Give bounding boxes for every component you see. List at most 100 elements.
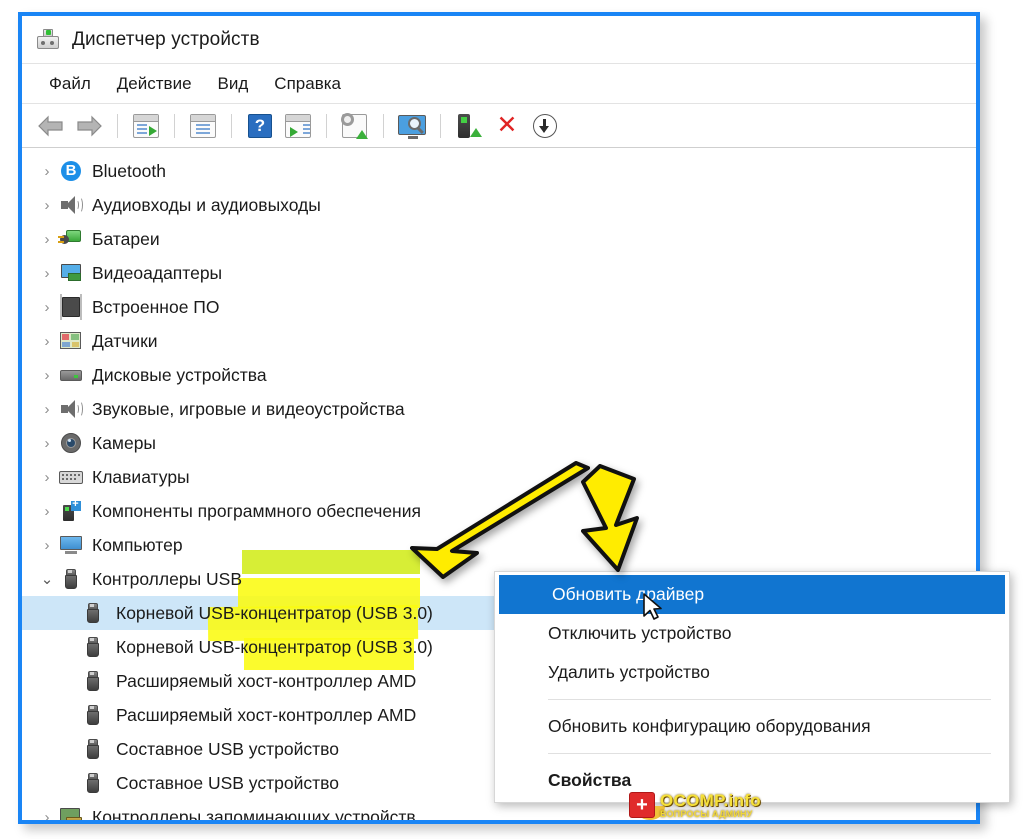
menu-file[interactable]: Файл (36, 70, 104, 98)
firmware-icon (58, 295, 84, 319)
camera-icon (58, 431, 84, 455)
help-icon[interactable]: ? (243, 110, 277, 142)
tree-item-label: Bluetooth (92, 160, 166, 181)
toolbar-separator (383, 113, 384, 138)
tree-item-label: Составное USB устройство (116, 738, 339, 759)
usb-icon (58, 567, 84, 591)
tree-item-label: Расширяемый хост-контроллер AMD (116, 704, 417, 725)
chevron-right-icon[interactable]: › (36, 810, 58, 821)
chevron-right-icon[interactable]: › (36, 368, 58, 383)
usb-icon (80, 737, 106, 761)
properties-icon[interactable] (186, 110, 220, 142)
display-adapter-icon (58, 261, 84, 285)
tree-item-label: Компоненты программного обеспечения (92, 500, 421, 521)
chevron-right-icon[interactable]: › (36, 402, 58, 417)
uninstall-device-icon[interactable]: ✕ (490, 110, 524, 142)
speaker-icon (58, 193, 84, 217)
window-title: Диспетчер устройств (72, 28, 260, 50)
action-menu-icon[interactable] (281, 110, 315, 142)
chevron-right-icon[interactable]: › (36, 436, 58, 451)
context-menu[interactable]: Обновить драйвер Отключить устройство Уд… (494, 571, 1010, 803)
toolbar-separator (117, 113, 118, 138)
tree-item-sensors[interactable]: › Датчики (22, 324, 976, 358)
tree-item-label: Контроллеры USB (92, 568, 242, 589)
tree-item-label: Звуковые, игровые и видеоустройства (92, 398, 405, 419)
toolbar: ? ✕ (22, 104, 976, 148)
forward-arrow-icon[interactable] (72, 110, 106, 142)
bluetooth-icon: B (58, 159, 84, 183)
tree-item-firmware[interactable]: › Встроенное ПО (22, 290, 976, 324)
speaker-icon (58, 397, 84, 421)
chevron-right-icon[interactable]: › (36, 300, 58, 315)
install-legacy-hardware-icon[interactable] (528, 110, 562, 142)
watermark-badge-icon: + (629, 792, 655, 818)
enable-device-icon[interactable] (452, 110, 486, 142)
tree-item-storage-controllers[interactable]: › Контроллеры запоминающих устройств (22, 800, 976, 820)
chevron-right-icon[interactable]: › (36, 538, 58, 553)
context-menu-item-disable-device[interactable]: Отключить устройство (495, 614, 1009, 653)
watermark-subtitle: ВОПРОСЫ АДМИНУ (660, 808, 753, 819)
tree-item-keyboards[interactable]: › Клавиатуры (22, 460, 976, 494)
tree-item-computer[interactable]: › Компьютер (22, 528, 976, 562)
watermark-title: OCOMP.info (660, 790, 761, 810)
toolbar-separator (326, 113, 327, 138)
tree-item-batteries[interactable]: › Батареи (22, 222, 976, 256)
mouse-cursor (643, 593, 662, 620)
tree-item-label: Контроллеры запоминающих устройств (92, 806, 416, 821)
menu-view[interactable]: Вид (205, 70, 262, 98)
scan-hardware-changes-icon[interactable] (395, 110, 429, 142)
menu-action[interactable]: Действие (104, 70, 205, 98)
disk-drive-icon (58, 363, 84, 387)
toolbar-separator (440, 113, 441, 138)
tree-item-label: Клавиатуры (92, 466, 190, 487)
tree-item-label: Видеоадаптеры (92, 262, 223, 283)
device-manager-icon (36, 28, 60, 52)
tree-item-label: Расширяемый хост-контроллер AMD (116, 670, 417, 691)
tree-item-audio[interactable]: › Аудиовходы и аудиовыходы (22, 188, 976, 222)
context-menu-item-update-driver[interactable]: Обновить драйвер (499, 575, 1005, 614)
battery-icon (58, 227, 84, 251)
menu-help[interactable]: Справка (261, 70, 354, 98)
chevron-right-icon[interactable]: › (36, 232, 58, 247)
tree-item-label: Батареи (92, 228, 160, 249)
tree-item-disk-drives[interactable]: › Дисковые устройства (22, 358, 976, 392)
usb-icon (80, 601, 106, 625)
context-menu-item-uninstall-device[interactable]: Удалить устройство (495, 653, 1009, 692)
chevron-right-icon[interactable]: › (36, 164, 58, 179)
tree-item-label: Встроенное ПО (92, 296, 220, 317)
tree-item-sound-video-game[interactable]: › Звуковые, игровые и видеоустройства (22, 392, 976, 426)
tree-item-label: Составное USB устройство (116, 772, 339, 793)
update-driver-icon[interactable] (338, 110, 372, 142)
context-menu-item-scan-hardware-changes[interactable]: Обновить конфигурацию оборудования (495, 707, 1009, 746)
context-menu-separator (548, 753, 991, 754)
software-component-icon (58, 498, 84, 523)
usb-icon (80, 669, 106, 693)
chevron-down-icon[interactable]: ⌄ (36, 572, 58, 587)
tree-item-software-components[interactable]: › Компоненты программного обеспечения (22, 494, 976, 528)
window-titlebar: Диспетчер устройств (22, 16, 976, 64)
show-hide-console-tree-icon[interactable] (129, 110, 163, 142)
tree-item-cameras[interactable]: › Камеры (22, 426, 976, 460)
sensors-icon (58, 329, 84, 353)
tree-item-label: Аудиовходы и аудиовыходы (92, 194, 321, 215)
back-arrow-icon[interactable] (34, 110, 68, 142)
usb-icon (80, 635, 106, 659)
keyboard-icon (58, 465, 84, 489)
chevron-right-icon[interactable]: › (36, 266, 58, 281)
chevron-right-icon[interactable]: › (36, 334, 58, 349)
chevron-right-icon[interactable]: › (36, 470, 58, 485)
storage-controller-icon (58, 805, 84, 820)
tree-item-display-adapters[interactable]: › Видеоадаптеры (22, 256, 976, 290)
chevron-right-icon[interactable]: › (36, 198, 58, 213)
computer-icon (58, 533, 84, 557)
tree-item-label: Компьютер (92, 534, 183, 555)
tree-item-label: Корневой USB-концентратор (USB 3.0) (116, 636, 433, 657)
screenshot-stage: Диспетчер устройств Файл Действие Вид Сп… (0, 0, 1024, 839)
menubar: Файл Действие Вид Справка (22, 64, 976, 104)
context-menu-separator (548, 699, 991, 700)
tree-item-label: Корневой USB-концентратор (USB 3.0) (116, 602, 433, 623)
usb-icon (80, 771, 106, 795)
chevron-right-icon[interactable]: › (36, 504, 58, 519)
tree-item-label: Дисковые устройства (92, 364, 267, 385)
tree-item-bluetooth[interactable]: › B Bluetooth (22, 154, 976, 188)
